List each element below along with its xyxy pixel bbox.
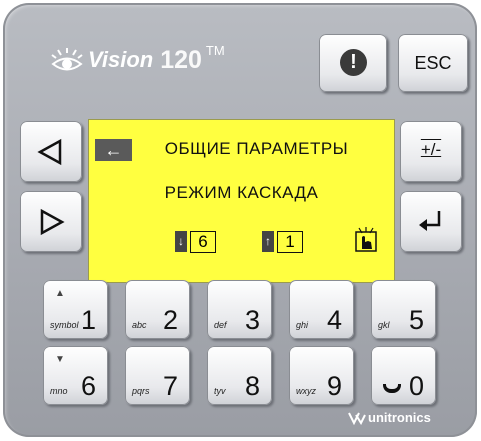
- vision-logo: Vision 120 TM: [50, 40, 225, 80]
- key-5[interactable]: gkl 5: [371, 280, 436, 339]
- key-0[interactable]: 0: [371, 346, 436, 405]
- key-letters: def: [214, 320, 227, 330]
- touch-hand-icon: [355, 227, 377, 252]
- key-letters: mno: [50, 386, 68, 396]
- key-digit: 3: [244, 305, 260, 335]
- key-digit: 6: [80, 371, 96, 401]
- key-8[interactable]: tyv 8: [207, 346, 272, 405]
- key-digit: 4: [326, 305, 342, 335]
- model-number: 120: [160, 45, 202, 74]
- down-arrow-icon: ↓: [175, 231, 187, 252]
- enter-icon: [419, 211, 441, 231]
- lcd-line-2: РЕЖИМ КАСКАДА: [164, 183, 319, 202]
- key-4[interactable]: ghi 4: [289, 280, 354, 339]
- key-7[interactable]: pqrs 7: [125, 346, 190, 405]
- key-digit: 2: [162, 305, 178, 335]
- key-digit: 5: [408, 305, 424, 335]
- left-triangle-icon: [37, 138, 62, 166]
- down-arrow-icon: ▼: [55, 354, 65, 365]
- left-arrow-button[interactable]: [20, 121, 82, 182]
- key-9[interactable]: wxyz 9: [289, 346, 354, 405]
- down-value: 6: [190, 231, 216, 253]
- esc-label: ESC: [414, 53, 452, 73]
- right-arrow-button[interactable]: [20, 191, 82, 252]
- key-2[interactable]: abc 2: [125, 280, 190, 339]
- key-letters: ghi: [296, 320, 309, 330]
- up-arrow-icon: ↑: [262, 231, 274, 252]
- info-button[interactable]: !: [319, 34, 387, 92]
- enter-button[interactable]: [400, 191, 462, 252]
- key-letters: wxyz: [296, 386, 316, 396]
- key-1[interactable]: ▲ symbol 1: [43, 280, 108, 339]
- phone-icon: [383, 384, 401, 393]
- unitronics-logo: unitronics: [348, 410, 431, 425]
- key-digit: 8: [244, 371, 260, 401]
- up-value: 1: [277, 231, 303, 253]
- key-digit: 9: [326, 371, 342, 401]
- key-letters: gkl: [378, 320, 390, 330]
- trademark: TM: [205, 42, 225, 58]
- right-triangle-icon: [40, 208, 65, 236]
- key-digit: 1: [80, 305, 96, 335]
- key-6[interactable]: ▼ mno 6: [43, 346, 108, 405]
- lcd-screen: ← ОБЩИЕ ПАРАМЕТРЫ РЕЖИМ КАСКАДА ↓ 6 ↑ 1: [88, 119, 395, 283]
- plus-minus-label: +/-: [420, 140, 442, 159]
- maker-name: unitronics: [368, 410, 431, 425]
- esc-button[interactable]: ESC: [398, 34, 468, 92]
- lcd-line-1: ОБЩИЕ ПАРАМЕТРЫ: [164, 139, 349, 158]
- key-letters: symbol: [50, 320, 79, 330]
- key-digit: 7: [162, 371, 178, 401]
- plus-minus-button[interactable]: +/-: [400, 121, 462, 182]
- eye-icon: [51, 48, 83, 71]
- unitronics-mark-icon: [348, 412, 366, 425]
- key-3[interactable]: def 3: [207, 280, 272, 339]
- up-arrow-icon: ▲: [55, 288, 65, 299]
- down-indicator: ↓ 6: [175, 231, 216, 253]
- key-digit: 0: [408, 371, 424, 401]
- key-letters: abc: [132, 320, 147, 330]
- info-icon: !: [340, 49, 367, 76]
- key-letters: pqrs: [132, 386, 150, 396]
- up-indicator: ↑ 1: [262, 231, 303, 253]
- key-letters: tyv: [214, 386, 226, 396]
- logo-word: Vision: [88, 47, 154, 72]
